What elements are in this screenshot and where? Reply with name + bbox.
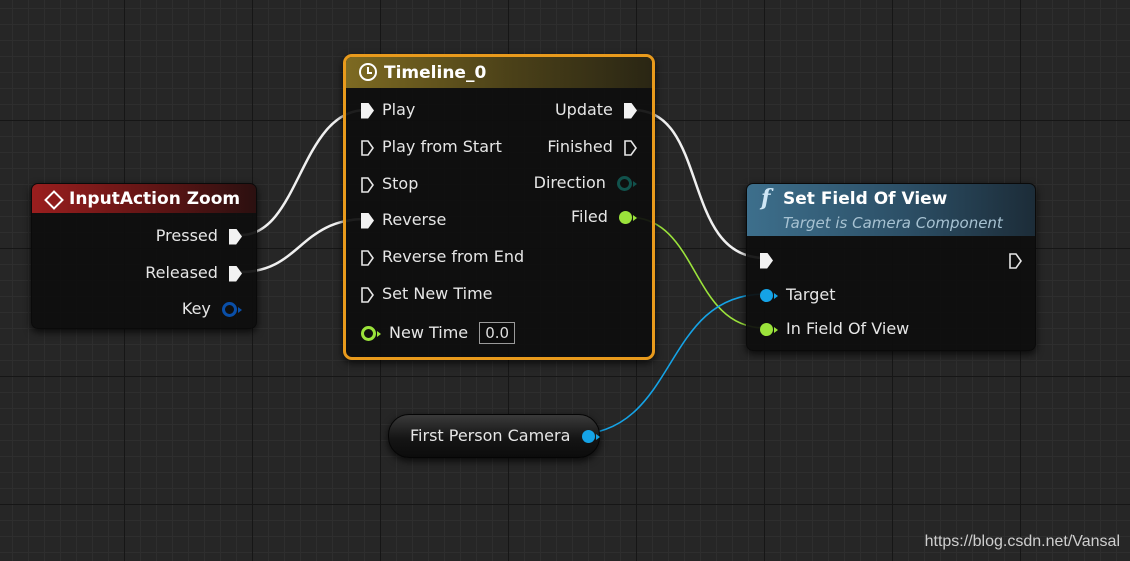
exec-in-icon[interactable]: [361, 176, 374, 193]
pin-reverse[interactable]: Reverse: [361, 210, 446, 230]
pin-reverse-from-end[interactable]: Reverse from End: [361, 247, 524, 267]
pin-play-label: Play: [382, 100, 416, 119]
exec-out-icon[interactable]: [1009, 252, 1022, 269]
enum-arrow-icon: [633, 180, 637, 187]
pin-pressed-label: Pressed: [155, 226, 218, 245]
camera-variable-node[interactable]: First Person Camera: [388, 414, 600, 458]
exec-out-icon[interactable]: [624, 139, 637, 156]
float-pin-icon[interactable]: [760, 323, 773, 336]
pin-key-label: Key: [181, 299, 211, 318]
struct-pin-icon[interactable]: [222, 302, 237, 317]
input-action-title: InputAction Zoom: [69, 189, 241, 209]
object-arrow-icon: [595, 433, 600, 440]
pin-pressed[interactable]: Pressed: [156, 226, 242, 246]
pin-key[interactable]: Key: [182, 299, 242, 319]
input-action-node[interactable]: InputAction Zoom Pressed Released Key: [31, 183, 257, 329]
pin-new-time-label: New Time: [389, 323, 469, 342]
struct-arrow-icon: [238, 306, 242, 313]
pin-direction[interactable]: Direction: [534, 173, 637, 193]
pin-filed[interactable]: Filed: [571, 207, 637, 227]
pin-fov-exec-in[interactable]: [760, 250, 773, 270]
float-pin-icon[interactable]: [361, 326, 376, 341]
exec-out-icon[interactable]: [229, 228, 242, 245]
pin-target-label: Target: [786, 285, 836, 304]
pin-camera-out[interactable]: First Person Camera: [410, 426, 600, 446]
float-arrow-icon: [377, 330, 381, 337]
camera-node-label: First Person Camera: [410, 426, 571, 445]
pin-play-from-start[interactable]: Play from Start: [361, 137, 502, 157]
pin-update[interactable]: Update: [555, 100, 637, 120]
pin-play-from-start-label: Play from Start: [382, 137, 502, 156]
pin-set-new-time-label: Set New Time: [382, 284, 493, 303]
clock-icon: [359, 63, 377, 81]
pin-in-fov[interactable]: In Field Of View: [760, 319, 909, 339]
pin-finished-label: Finished: [547, 137, 613, 156]
set-fov-title: Set Field Of View: [783, 189, 948, 209]
exec-in-icon[interactable]: [760, 252, 773, 269]
pin-stop-label: Stop: [382, 174, 419, 193]
pin-reverse-from-end-label: Reverse from End: [382, 247, 525, 266]
pin-released[interactable]: Released: [145, 263, 242, 283]
pin-filed-label: Filed: [570, 207, 608, 226]
exec-in-icon[interactable]: [361, 249, 374, 266]
pin-play[interactable]: Play: [361, 100, 415, 120]
timeline-title: Timeline_0: [384, 63, 487, 83]
pin-finished[interactable]: Finished: [547, 137, 637, 157]
pin-new-time[interactable]: New Time 0.0: [361, 322, 516, 344]
pin-set-new-time[interactable]: Set New Time: [361, 284, 493, 304]
object-arrow-icon: [774, 292, 778, 299]
exec-in-icon[interactable]: [361, 212, 374, 229]
input-action-header[interactable]: InputAction Zoom: [32, 184, 256, 213]
float-arrow-icon: [774, 326, 778, 333]
set-fov-node[interactable]: f Set Field Of View Target is Camera Com…: [746, 183, 1036, 351]
diamond-event-icon: [44, 190, 64, 210]
exec-out-icon[interactable]: [624, 102, 637, 119]
new-time-input[interactable]: 0.0: [479, 322, 516, 344]
enum-pin-icon[interactable]: [617, 176, 632, 191]
pin-target[interactable]: Target: [760, 285, 836, 305]
exec-in-icon[interactable]: [361, 102, 374, 119]
timeline-node[interactable]: Timeline_0 Play Play from Start Stop Rev…: [343, 54, 655, 360]
exec-out-icon[interactable]: [229, 265, 242, 282]
object-pin-icon[interactable]: [760, 289, 773, 302]
object-pin-icon[interactable]: [581, 430, 595, 443]
pin-update-label: Update: [554, 100, 613, 119]
float-arrow-icon: [633, 214, 637, 221]
float-pin-icon[interactable]: [619, 211, 632, 224]
pin-direction-label: Direction: [533, 173, 606, 192]
exec-in-icon[interactable]: [361, 286, 374, 303]
timeline-header[interactable]: Timeline_0: [346, 57, 652, 88]
set-fov-header[interactable]: f Set Field Of View Target is Camera Com…: [747, 184, 1035, 236]
pin-fov-exec-out[interactable]: [1009, 250, 1022, 270]
function-icon: f: [761, 185, 771, 211]
watermark: https://blog.csdn.net/Vansal: [924, 533, 1120, 550]
exec-in-icon[interactable]: [361, 139, 374, 156]
pin-released-label: Released: [145, 263, 218, 282]
pin-stop[interactable]: Stop: [361, 174, 418, 194]
set-fov-subtitle: Target is Camera Component: [783, 214, 1003, 232]
pin-in-fov-label: In Field Of View: [786, 319, 910, 338]
pin-reverse-label: Reverse: [382, 210, 447, 229]
